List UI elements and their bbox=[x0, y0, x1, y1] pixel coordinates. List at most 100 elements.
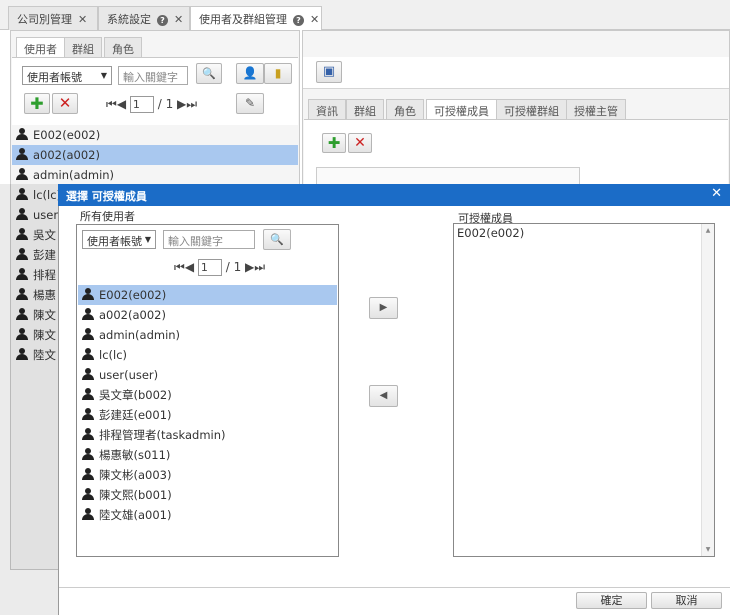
search-button[interactable]: 🔍 bbox=[196, 63, 222, 84]
move-left-button[interactable]: ◀ bbox=[369, 385, 398, 407]
list-item[interactable]: 楊惠敏(s011) bbox=[78, 445, 337, 465]
field-select[interactable]: 使用者帳號 ▼ bbox=[22, 66, 112, 85]
dialog-field-select[interactable]: 使用者帳號 ▼ bbox=[82, 230, 156, 249]
page-input[interactable]: 1 bbox=[197, 259, 222, 276]
confirm-button[interactable]: 確定 bbox=[576, 592, 647, 609]
user-icon bbox=[82, 408, 94, 421]
cancel-button[interactable]: 取消 bbox=[651, 592, 722, 609]
list-item[interactable]: admin(admin) bbox=[12, 165, 298, 185]
tab-company[interactable]: 公司別管理 ✕ bbox=[8, 6, 98, 30]
user-icon bbox=[82, 508, 94, 521]
tab-label: 群組 bbox=[72, 43, 94, 56]
list-item[interactable]: a002(a002) bbox=[12, 145, 298, 165]
list-item[interactable]: 排程管理者(taskadmin) bbox=[78, 425, 337, 445]
tab-roles[interactable]: 角色 bbox=[104, 37, 142, 57]
tab-groups[interactable]: 群組 bbox=[64, 37, 102, 57]
dialog-titlebar: 選擇 可授權成員 ✕ bbox=[58, 184, 730, 206]
list-item[interactable]: 吳文章(b002) bbox=[78, 385, 337, 405]
tab-label: 資訊 bbox=[316, 105, 338, 118]
tab-info[interactable]: 資訊 bbox=[308, 99, 346, 119]
tab-system-settings[interactable]: 系統設定? ✕ bbox=[98, 6, 190, 30]
close-icon[interactable]: ✕ bbox=[78, 13, 87, 26]
add-button[interactable]: ✚ bbox=[24, 93, 50, 114]
user-label: E002(e002) bbox=[33, 128, 101, 142]
user-label: a002(a002) bbox=[99, 308, 166, 322]
next-page-icon[interactable]: ▶ bbox=[245, 260, 254, 274]
import-user-button[interactable]: 👤 bbox=[236, 63, 264, 84]
save-button[interactable]: ▣ bbox=[316, 61, 342, 83]
close-icon[interactable]: ✕ bbox=[711, 186, 722, 201]
tab-label: 可授權成員 bbox=[434, 105, 489, 118]
scroll-up-icon[interactable]: ▲ bbox=[702, 227, 714, 234]
close-icon[interactable]: ✕ bbox=[310, 13, 319, 26]
user-label: 陳文彬(a003) bbox=[99, 468, 172, 482]
prev-page-icon[interactable]: ◀ bbox=[185, 260, 194, 274]
user-label: admin(admin) bbox=[99, 328, 181, 342]
dialog-search-button[interactable]: 🔍 bbox=[263, 229, 291, 250]
user-icon bbox=[82, 368, 94, 381]
tab-label: 角色 bbox=[394, 105, 416, 118]
first-page-icon[interactable]: ⏮ bbox=[174, 260, 185, 274]
close-icon[interactable]: ✕ bbox=[174, 13, 183, 26]
list-item[interactable]: 彭建廷(e001) bbox=[78, 405, 337, 425]
scroll-down-icon[interactable]: ▼ bbox=[702, 546, 714, 553]
prev-page-icon[interactable]: ◀ bbox=[117, 97, 126, 111]
user-icon bbox=[16, 148, 28, 161]
next-page-icon[interactable]: ▶ bbox=[177, 97, 186, 111]
list-item[interactable]: a002(a002) bbox=[78, 305, 337, 325]
search-input[interactable]: 輸入關鍵字 bbox=[118, 66, 188, 85]
authorized-item[interactable]: E002(e002) bbox=[454, 224, 714, 242]
delete-button[interactable]: ✕ bbox=[52, 93, 78, 114]
page-input[interactable]: 1 bbox=[129, 96, 154, 113]
list-item[interactable]: user(user) bbox=[78, 365, 337, 385]
modal-overlay bbox=[0, 184, 58, 615]
list-item[interactable]: 陳文彬(a003) bbox=[78, 465, 337, 485]
tab-user-group-management[interactable]: 使用者及群組管理? ✕ bbox=[190, 6, 322, 31]
help-icon[interactable]: ? bbox=[293, 15, 304, 26]
user-label: 陳文熙(b001) bbox=[99, 488, 172, 502]
authorized-list[interactable]: E002(e002) ▲ ▼ bbox=[453, 223, 715, 557]
pager-sep: / bbox=[157, 97, 162, 111]
dialog-user-list: E002(e002) a002(a002) admin(admin) lc(lc… bbox=[78, 285, 337, 525]
pager-total: 1 bbox=[165, 97, 174, 111]
list-item[interactable]: 陳文熙(b001) bbox=[78, 485, 337, 505]
chevron-down-icon: ▼ bbox=[100, 71, 107, 80]
dialog-search-input[interactable]: 輸入關鍵字 bbox=[163, 230, 255, 249]
user-import-icon: 👤 bbox=[242, 66, 258, 80]
list-item[interactable]: admin(admin) bbox=[78, 325, 337, 345]
list-item[interactable]: 陸文雄(a001) bbox=[78, 505, 337, 525]
delete-icon: ✕ bbox=[58, 94, 72, 112]
tab-users[interactable]: 使用者 bbox=[16, 37, 65, 57]
move-right-button[interactable]: ▶ bbox=[369, 297, 398, 319]
right-toolbar bbox=[303, 57, 729, 89]
edit-button[interactable]: ✎ bbox=[236, 93, 264, 114]
select-value: 使用者帳號 bbox=[27, 71, 82, 84]
first-page-icon[interactable]: ⏮ bbox=[106, 97, 117, 111]
list-item[interactable]: E002(e002) bbox=[12, 125, 298, 145]
plus-icon: ✚ bbox=[30, 94, 44, 113]
last-page-icon[interactable]: ⏭ bbox=[254, 260, 265, 274]
last-page-icon[interactable]: ⏭ bbox=[186, 97, 197, 111]
select-value: 使用者帳號 bbox=[87, 235, 142, 248]
search-icon: 🔍 bbox=[270, 233, 284, 246]
tab-label: 使用者及群組管理 bbox=[199, 13, 287, 26]
tab-label: 可授權群組 bbox=[504, 105, 559, 118]
remove-member-button[interactable]: ✕ bbox=[348, 133, 372, 153]
delete-icon: ✕ bbox=[354, 135, 366, 151]
user-icon bbox=[82, 348, 94, 361]
list-item[interactable]: E002(e002) bbox=[78, 285, 337, 305]
tab-authorized-managers[interactable]: 授權主管 bbox=[566, 99, 626, 119]
scrollbar[interactable]: ▲ ▼ bbox=[701, 224, 714, 556]
add-member-button[interactable]: ✚ bbox=[322, 133, 346, 153]
search-placeholder: 輸入關鍵字 bbox=[168, 235, 223, 248]
tab-authorized-groups[interactable]: 可授權群組 bbox=[496, 99, 567, 119]
export-button[interactable]: ▮ bbox=[264, 63, 292, 84]
list-item[interactable]: lc(lc) bbox=[78, 345, 337, 365]
tab-groups-right[interactable]: 群組 bbox=[346, 99, 384, 119]
tab-label: 群組 bbox=[354, 105, 376, 118]
tab-roles-right[interactable]: 角色 bbox=[386, 99, 424, 119]
user-icon bbox=[82, 488, 94, 501]
user-label: 彭建廷(e001) bbox=[99, 408, 172, 422]
tab-authorized-members[interactable]: 可授權成員 bbox=[426, 99, 497, 119]
help-icon[interactable]: ? bbox=[157, 15, 168, 26]
